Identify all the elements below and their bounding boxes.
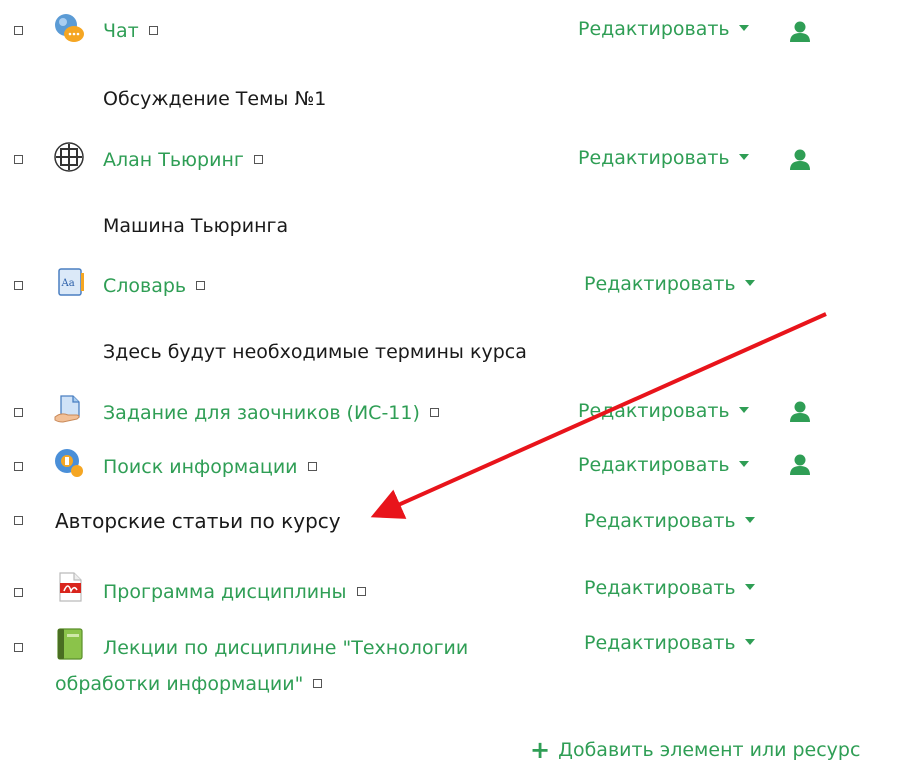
assignment-icon	[54, 395, 80, 423]
group-mode-icon[interactable]	[788, 453, 812, 477]
edit-menu-program[interactable]: Редактировать	[584, 576, 755, 600]
completion-checkbox-glossary[interactable]	[196, 281, 206, 290]
chat-icon	[55, 14, 84, 42]
activity-link-lectures-line1[interactable]: Лекции по дисциплине "Технологии	[103, 636, 468, 660]
activity-link-glossary[interactable]: Словарь	[103, 274, 206, 298]
select-checkbox-lectures[interactable]	[14, 643, 23, 652]
edit-menu-turing[interactable]: Редактировать	[578, 146, 749, 170]
group-mode-icon[interactable]	[788, 20, 812, 44]
select-checkbox-label[interactable]	[14, 516, 23, 525]
activity-link-chat[interactable]: Чат	[103, 19, 158, 43]
glossary-icon: Aa	[58, 268, 84, 296]
activity-link-search-info[interactable]: Поиск информации	[103, 455, 317, 479]
completion-checkbox-lectures[interactable]	[313, 679, 323, 688]
caret-down-icon	[744, 516, 755, 523]
group-mode-icon[interactable]	[788, 400, 812, 424]
edit-menu-label[interactable]: Редактировать	[584, 509, 755, 533]
select-checkbox-glossary[interactable]	[14, 281, 23, 290]
activity-link-lectures-line2[interactable]: обработки информации"	[55, 672, 323, 696]
activity-description-chat: Обсуждение Темы №1	[103, 88, 327, 110]
completion-checkbox-search-info[interactable]	[307, 462, 317, 471]
group-mode-icon[interactable]	[788, 148, 812, 172]
activity-link-turing[interactable]: Алан Тьюринг	[103, 148, 263, 172]
edit-menu-assignment[interactable]: Редактировать	[578, 399, 749, 423]
caret-down-icon	[738, 24, 749, 31]
caret-down-icon	[738, 153, 749, 160]
select-checkbox-turing[interactable]	[14, 155, 23, 164]
activity-link-assignment[interactable]: Задание для заочников (ИС-11)	[103, 401, 439, 425]
edit-menu-glossary[interactable]: Редактировать	[584, 272, 755, 296]
caret-down-icon	[738, 406, 749, 413]
caret-down-icon	[744, 279, 755, 286]
select-checkbox-chat[interactable]	[14, 26, 23, 35]
pdf-icon	[59, 572, 82, 602]
caret-down-icon	[744, 583, 755, 590]
completion-checkbox-assignment[interactable]	[429, 408, 439, 417]
completion-checkbox-chat[interactable]	[148, 26, 158, 35]
activity-description-turing: Машина Тьюринга	[103, 215, 289, 237]
select-checkbox-program[interactable]	[14, 588, 23, 597]
activity-description-glossary: Здесь будут необходимые термины курса	[103, 341, 527, 363]
caret-down-icon	[744, 638, 755, 645]
edit-menu-lectures[interactable]: Редактировать	[584, 631, 755, 655]
completion-checkbox-program[interactable]	[356, 587, 366, 596]
plus-icon: +	[530, 736, 551, 762]
book-icon	[57, 628, 83, 660]
label-author-articles: Авторские статьи по курсу	[55, 509, 341, 533]
completion-checkbox-turing[interactable]	[253, 155, 263, 164]
select-checkbox-assignment[interactable]	[14, 408, 23, 417]
search-info-icon	[55, 449, 83, 477]
activity-link-program[interactable]: Программа дисциплины	[103, 580, 366, 604]
turing-portrait-icon	[54, 142, 84, 172]
svg-text:Aa: Aa	[61, 278, 75, 289]
edit-menu-search-info[interactable]: Редактировать	[578, 453, 749, 477]
caret-down-icon	[738, 460, 749, 467]
edit-menu-chat[interactable]: Редактировать	[578, 17, 749, 41]
add-activity-button[interactable]: + Добавить элемент или ресурс	[530, 736, 860, 762]
select-checkbox-search-info[interactable]	[14, 462, 23, 471]
